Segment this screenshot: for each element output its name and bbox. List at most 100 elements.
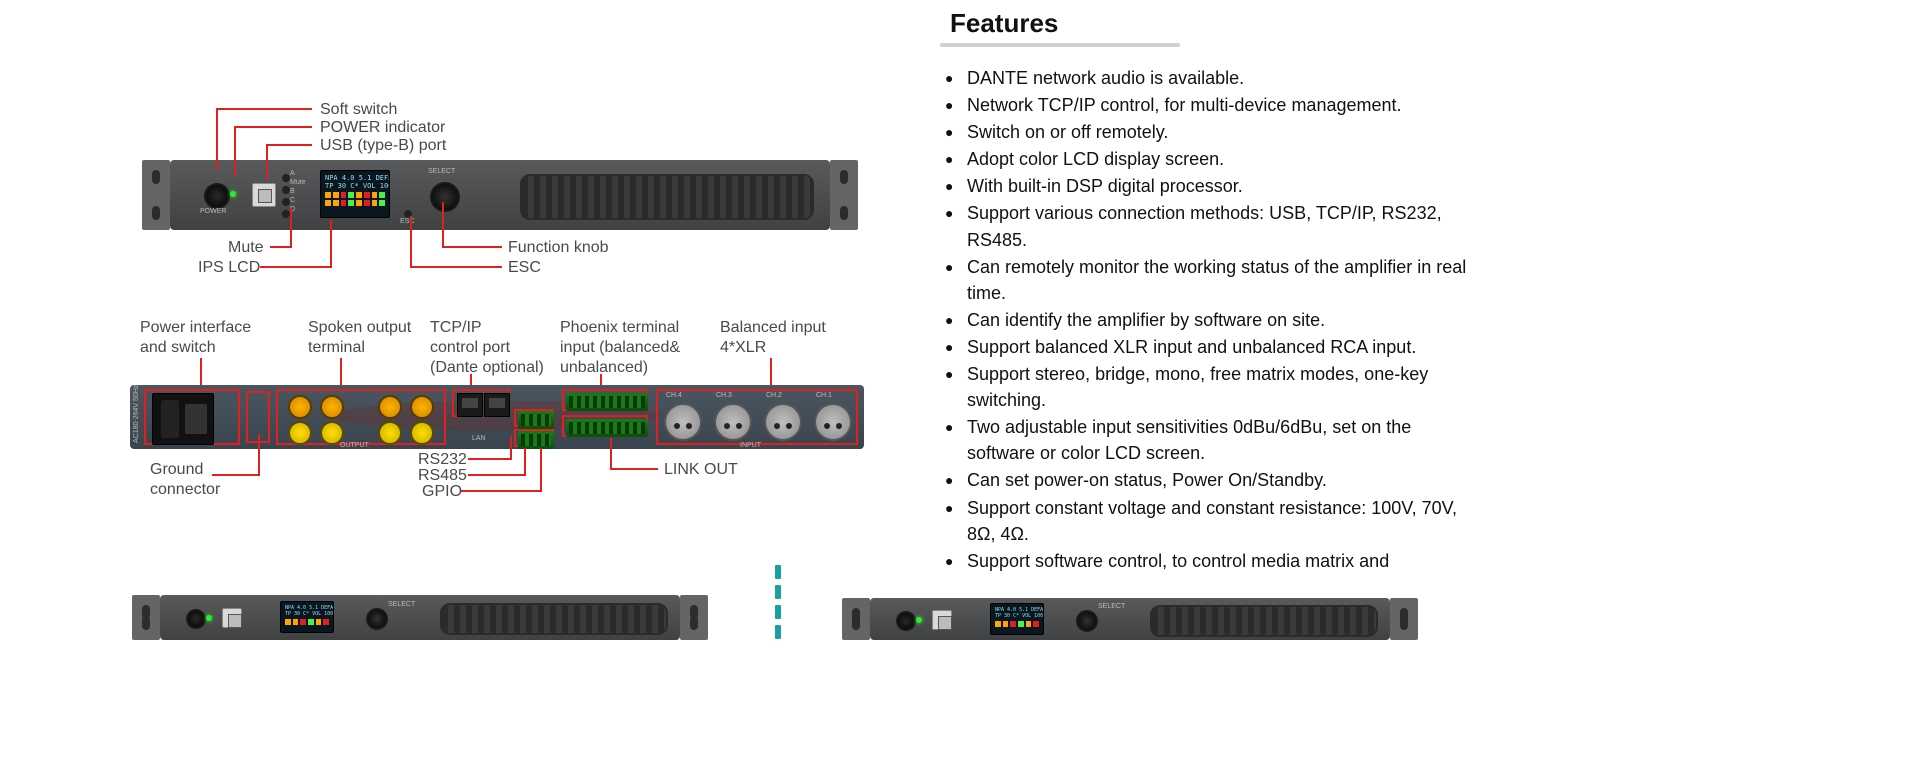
callout-line [234, 126, 312, 128]
callout-esc: ESC [508, 258, 541, 278]
ips-lcd-screen: NPA 4.0 5.1 DEFA TP 30 C* VOL 100 [320, 170, 390, 218]
callout-gpio: GPIO [422, 482, 462, 502]
link-out-block [562, 415, 648, 437]
callout-line [340, 358, 342, 386]
vertical-divider-icon [775, 565, 781, 645]
lcd-line: TP 30 C* VOL 100 [285, 611, 329, 617]
callout-function-knob: Function knob [508, 238, 609, 258]
power-soft-switch [204, 183, 230, 209]
features-heading: Features [950, 8, 1480, 39]
feature-item: Support stereo, bridge, mono, free matri… [945, 361, 1480, 413]
feature-item: Two adjustable input sensitivities 0dBu/… [945, 414, 1480, 466]
callout-line [200, 358, 202, 386]
callout-soft-switch: Soft switch [320, 100, 397, 120]
power-soft-switch [896, 611, 916, 631]
callout-tcpip-port: TCP/IP control port (Dante optional) [430, 318, 544, 378]
power-led-icon [206, 615, 212, 621]
channel-label: C [290, 197, 306, 204]
lcd-bars [325, 200, 385, 206]
mute-button-d [282, 210, 290, 218]
callout-line [410, 266, 502, 268]
rca-output [320, 395, 344, 419]
xlr-input [664, 403, 702, 441]
ips-lcd-screen: NPA 4.0 5.1 DEFA TP 30 C* VOL 100 [280, 601, 334, 633]
select-label: SELECT [1098, 603, 1125, 610]
callout-line [330, 220, 332, 268]
callout-spoken-output: Spoken output terminal [308, 318, 411, 358]
callout-line [266, 144, 268, 180]
spoken-output-block [276, 389, 446, 445]
callout-usb-port: USB (type-B) port [320, 136, 446, 156]
lcd-bars [285, 619, 329, 625]
callout-phoenix-input: Phoenix terminal input (balanced& unbala… [560, 318, 680, 378]
callout-line [260, 266, 332, 268]
rack-ear-icon [142, 160, 170, 230]
xlr-input-block: CH.4 CH.3 CH.2 CH.1 [656, 389, 858, 445]
lcd-bars [325, 192, 385, 198]
mute-button-a [282, 174, 290, 182]
bottom-left-chassis: NPA 4.0 5.1 DEFA TP 30 C* VOL 100 SELECT [160, 595, 680, 640]
feature-item: Can remotely monitor the working status … [945, 254, 1480, 306]
feature-item: Adopt color LCD display screen. [945, 146, 1480, 172]
phoenix-connector [518, 431, 554, 449]
esc-label: ESC [400, 218, 414, 225]
function-knob [366, 608, 388, 630]
features-section: Features DANTE network audio is availabl… [920, 0, 1480, 575]
xlr-input [814, 403, 852, 441]
features-list: DANTE network audio is available. Networ… [945, 65, 1480, 574]
callout-line [410, 216, 412, 268]
vent-grille-icon [520, 174, 814, 220]
rca-output [378, 395, 402, 419]
rca-output [410, 421, 434, 445]
callout-line [510, 436, 512, 460]
xlr-ch-label: CH.3 [716, 392, 732, 399]
callout-balanced-xlr: Balanced input 4*XLR [720, 318, 826, 358]
page-root: Features DANTE network audio is availabl… [0, 0, 1920, 781]
power-interface-block [144, 389, 240, 445]
callout-power-indicator: POWER indicator [320, 118, 445, 138]
vent-grille-icon [440, 603, 668, 635]
lan-label: LAN [472, 435, 486, 442]
rack-ear-icon [830, 160, 858, 230]
rack-ear-icon [132, 595, 160, 640]
callout-line [442, 202, 444, 248]
xlr-ch-label: CH.2 [766, 392, 782, 399]
rca-output [288, 421, 312, 445]
power-soft-switch [186, 609, 206, 629]
rca-output [288, 395, 312, 419]
select-label: SELECT [388, 601, 415, 608]
feature-item: DANTE network audio is available. [945, 65, 1480, 91]
callout-line [468, 474, 526, 476]
callout-line [290, 208, 292, 248]
xlr-ch-label: CH.4 [666, 392, 682, 399]
power-led-icon [916, 617, 922, 623]
rca-output [378, 421, 402, 445]
mute-button-c [282, 198, 290, 206]
callout-line [610, 438, 612, 470]
select-label: SELECT [428, 168, 455, 175]
power-label: POWER [200, 208, 226, 215]
xlr-input [714, 403, 752, 441]
callout-ground: Ground connector [150, 460, 220, 500]
callout-link-out: LINK OUT [664, 460, 738, 480]
phoenix-connector [566, 419, 648, 437]
callout-line [610, 468, 658, 470]
callout-line [216, 108, 218, 170]
feature-item: Can set power-on status, Power On/Standb… [945, 467, 1480, 493]
tcpip-block [452, 389, 510, 417]
rack-ear-icon [680, 595, 708, 640]
channel-label: D [290, 206, 306, 213]
function-knob [430, 182, 460, 212]
callout-power-interface: Power interface and switch [140, 318, 251, 358]
rack-ear-icon [842, 598, 870, 640]
callout-line [258, 434, 260, 476]
feature-item: Support various connection methods: USB,… [945, 200, 1480, 252]
callout-line [266, 144, 312, 146]
callout-line [442, 246, 502, 248]
callout-line [524, 448, 526, 476]
callout-line [234, 126, 236, 176]
usb-type-b-port [932, 610, 952, 630]
front-panel-chassis: POWER A Mute B C D NPA 4.0 5.1 DEFA TP 3… [170, 160, 830, 230]
bottom-right-chassis: NPA 4.0 5.1 DEFA TP 30 C* VOL 100 SELECT [870, 598, 1390, 640]
callout-line [460, 490, 542, 492]
